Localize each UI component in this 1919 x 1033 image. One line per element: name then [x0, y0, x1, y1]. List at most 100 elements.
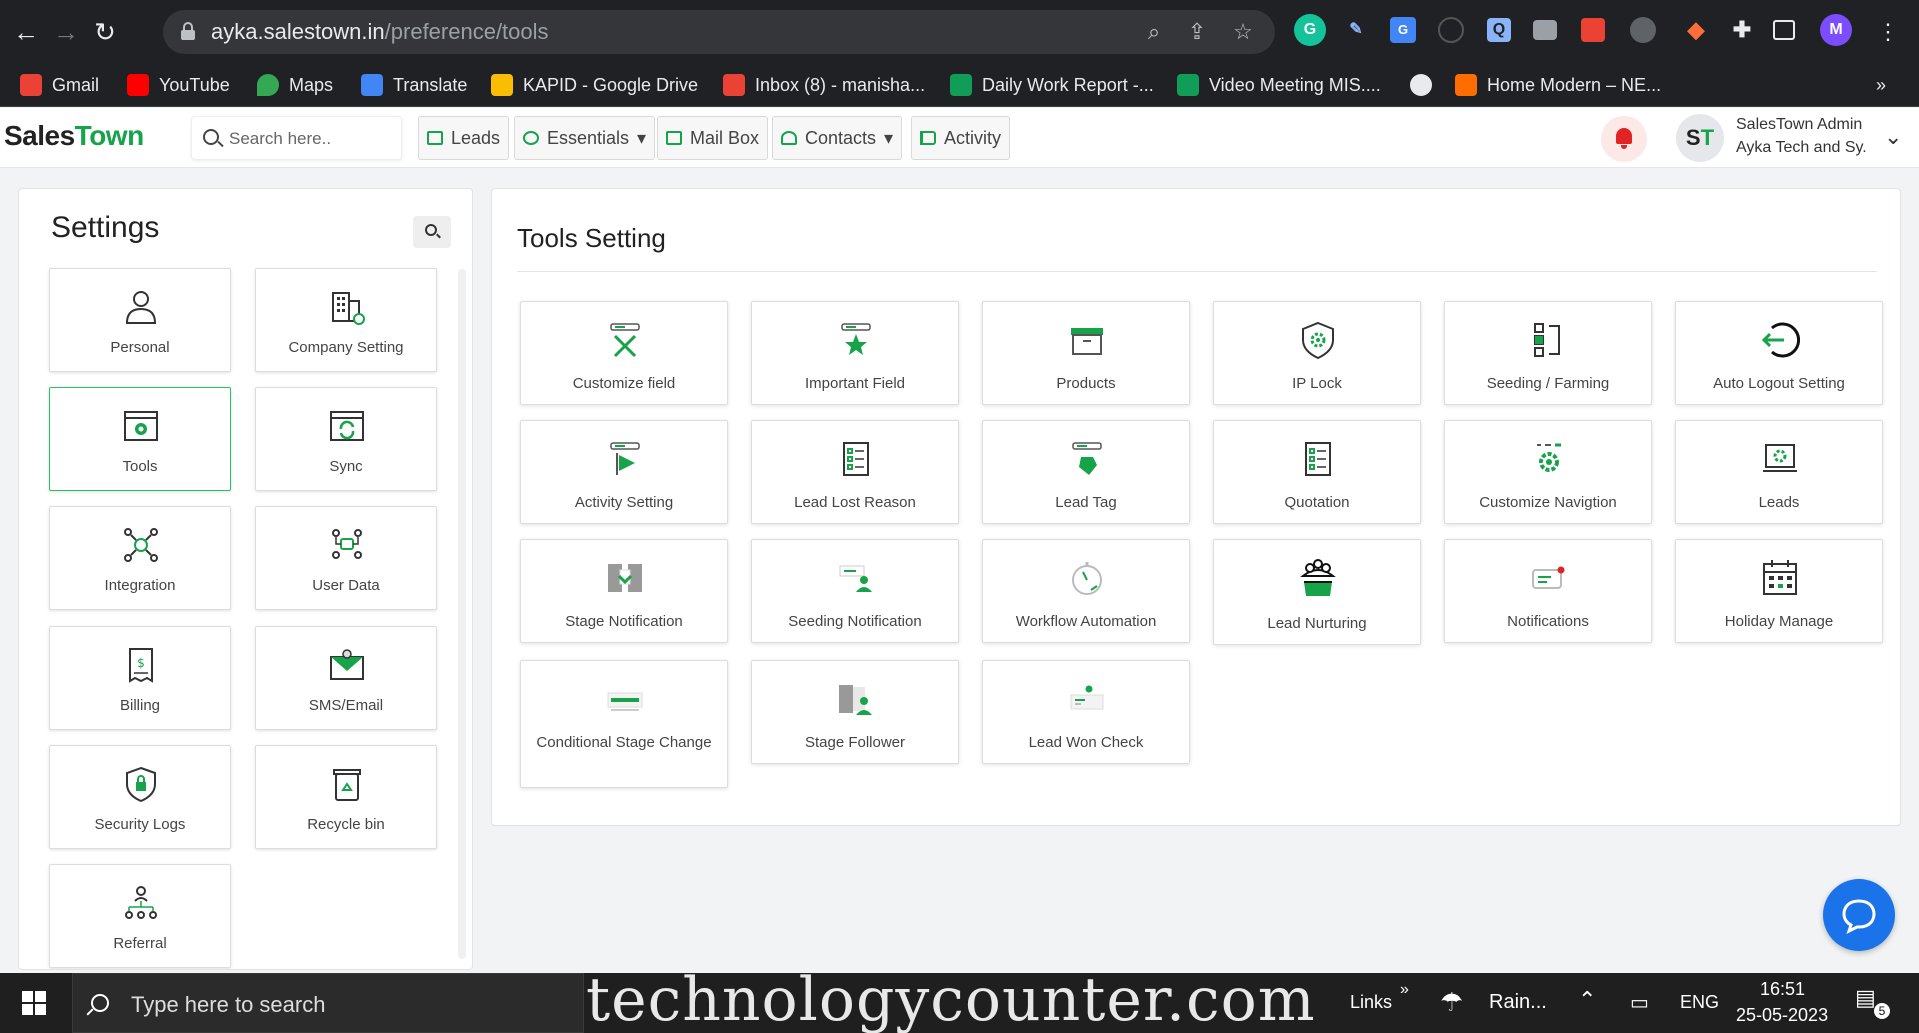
- tool-label: Stage Follower: [804, 734, 906, 751]
- chat-button[interactable]: [1823, 879, 1895, 951]
- clock-date[interactable]: 25-05-2023: [1736, 1005, 1828, 1026]
- github-extension-icon[interactable]: [1438, 17, 1464, 43]
- tool-seeding-notification[interactable]: Seeding Notification: [751, 539, 959, 643]
- tool-activity-setting[interactable]: Activity Setting: [520, 420, 728, 524]
- clock-time[interactable]: 16:51: [1760, 979, 1805, 1000]
- bookmark-maps[interactable]: Maps: [257, 70, 333, 100]
- tool-lead-lost-reason[interactable]: Lead Lost Reason: [751, 420, 959, 524]
- taskbar-search[interactable]: Type here to search: [72, 973, 584, 1033]
- video-extension-icon[interactable]: [1581, 18, 1605, 42]
- battery-icon[interactable]: ▭: [1630, 990, 1649, 1015]
- notification-center-icon[interactable]: ▤: [1855, 985, 1876, 1011]
- settings-item-company-setting[interactable]: Company Setting: [255, 268, 437, 372]
- chevron-down-icon[interactable]: ⌄: [1884, 124, 1902, 150]
- tool-customize-navigation[interactable]: Customize Navigtion: [1444, 420, 1652, 524]
- global-search-input[interactable]: [229, 127, 394, 151]
- settings-item-sms-email[interactable]: SMS/Email: [255, 626, 437, 730]
- salestown-logo[interactable]: SalesTown: [4, 120, 144, 152]
- search-extension-icon[interactable]: Q: [1487, 18, 1511, 42]
- grammarly-icon[interactable]: G: [1294, 14, 1326, 46]
- weather-text[interactable]: Rain...: [1489, 991, 1547, 1014]
- nav-label: Activity: [944, 127, 1002, 148]
- tool-label: Lead Lost Reason: [794, 494, 916, 511]
- bookmark-video-meeting[interactable]: Video Meeting MIS....: [1177, 70, 1381, 100]
- bookmark-label: Inbox (8) - manisha...: [755, 74, 926, 95]
- tool-label: Quotation: [1284, 494, 1350, 511]
- user-org: Ayka Tech and Sy.: [1736, 139, 1867, 156]
- settings-item-label: Recycle bin: [307, 816, 385, 833]
- bookmark-youtube[interactable]: YouTube: [127, 70, 230, 100]
- shield-gear-icon: [1302, 321, 1334, 360]
- settings-item-billing[interactable]: $ Billing: [49, 626, 231, 730]
- brave-extension-icon[interactable]: ◆: [1680, 14, 1712, 46]
- bookmark-home-modern[interactable]: Home Modern – NE...: [1455, 70, 1661, 100]
- reload-icon[interactable]: ↻: [87, 14, 123, 50]
- tool-notifications[interactable]: Notifications: [1444, 539, 1652, 643]
- tool-products[interactable]: Products: [982, 301, 1190, 405]
- star-icon[interactable]: ☆: [1229, 18, 1257, 46]
- tool-stage-follower[interactable]: Stage Follower: [751, 660, 959, 764]
- tool-ip-lock[interactable]: IP Lock: [1213, 301, 1421, 405]
- bookmark-gmail[interactable]: Gmail: [20, 70, 99, 100]
- nav-label: Essentials: [547, 127, 630, 148]
- bookmark-drive[interactable]: KAPID - Google Drive: [491, 70, 698, 100]
- tool-holiday-manage[interactable]: Holiday Manage: [1675, 539, 1883, 643]
- notification-bell[interactable]: [1601, 116, 1647, 162]
- globe-extension-icon[interactable]: [1630, 17, 1656, 43]
- settings-item-referral[interactable]: Referral: [49, 864, 231, 968]
- translate-extension-icon[interactable]: G: [1390, 17, 1416, 43]
- bookmark-translate[interactable]: Translate: [361, 70, 467, 100]
- tool-lead-won-check[interactable]: Lead Won Check: [982, 660, 1190, 764]
- tool-label: Stage Notification: [565, 613, 683, 630]
- tool-lead-tag[interactable]: Lead Tag: [982, 420, 1190, 524]
- tool-important-field[interactable]: Important Field: [751, 301, 959, 405]
- tool-workflow-automation[interactable]: Workflow Automation: [982, 539, 1190, 643]
- address-bar[interactable]: ayka.salestown.in/preference/tools ⌕ ⇪ ☆: [163, 10, 1275, 54]
- monitor-gear-icon: [1763, 444, 1797, 472]
- puzzle-extension-icon[interactable]: ✚: [1726, 14, 1758, 46]
- lock-icon[interactable]: [181, 22, 195, 40]
- nav-contacts[interactable]: Contacts ▾: [772, 116, 903, 160]
- share-icon[interactable]: ⇪: [1183, 18, 1211, 46]
- pen-extension-icon[interactable]: ✎: [1340, 14, 1372, 46]
- tool-lead-nurturing[interactable]: Lead Nurturing: [1213, 539, 1421, 645]
- tool-leads[interactable]: Leads: [1675, 420, 1883, 524]
- bookmarks-overflow[interactable]: »: [1876, 70, 1886, 100]
- bookmark-daily-report[interactable]: Daily Work Report -...: [950, 70, 1154, 100]
- tool-seeding-farming[interactable]: Seeding / Farming: [1444, 301, 1652, 405]
- toolbar-expand-icon[interactable]: »: [1400, 981, 1409, 999]
- language-indicator[interactable]: ENG: [1680, 992, 1719, 1013]
- settings-item-tools[interactable]: Tools: [49, 387, 231, 491]
- zoom-icon[interactable]: ⌕: [1140, 18, 1168, 46]
- bookmark-globe[interactable]: [1410, 70, 1432, 100]
- tool-auto-logout-setting[interactable]: Auto Logout Setting: [1675, 301, 1883, 405]
- tool-stage-notification[interactable]: Stage Notification: [520, 539, 728, 643]
- tool-customize-field[interactable]: Customize field: [520, 301, 728, 405]
- settings-item-integration[interactable]: Integration: [49, 506, 231, 610]
- profile-avatar[interactable]: M: [1820, 14, 1852, 46]
- settings-search-button[interactable]: [413, 216, 451, 248]
- settings-item-user-data[interactable]: User Data: [255, 506, 437, 610]
- settings-item-recycle-bin[interactable]: Recycle bin: [255, 745, 437, 849]
- windows-start-icon[interactable]: [22, 991, 46, 1015]
- links-toolbar[interactable]: Links: [1350, 992, 1392, 1013]
- chevron-up-icon[interactable]: ⌃: [1578, 987, 1596, 1013]
- tool-quotation[interactable]: Quotation: [1213, 420, 1421, 524]
- settings-scrollbar[interactable]: [458, 269, 466, 959]
- user-avatar[interactable]: ST: [1676, 114, 1724, 162]
- menu-kebab-icon[interactable]: ⋮: [1870, 14, 1906, 50]
- camera-extension-icon[interactable]: [1533, 20, 1557, 40]
- settings-item-security-logs[interactable]: Security Logs: [49, 745, 231, 849]
- nav-mailbox[interactable]: Mail Box: [657, 116, 769, 160]
- back-icon[interactable]: ←: [8, 14, 44, 50]
- forward-icon[interactable]: →: [48, 14, 84, 50]
- bookmark-inbox[interactable]: Inbox (8) - manisha...: [723, 70, 925, 100]
- tool-label: Seeding Notification: [788, 613, 922, 630]
- sidepanel-icon[interactable]: [1773, 20, 1795, 40]
- settings-item-personal[interactable]: Personal: [49, 268, 231, 372]
- nav-activity[interactable]: Activity: [911, 116, 1011, 160]
- settings-item-sync[interactable]: Sync: [255, 387, 437, 491]
- nav-essentials[interactable]: Essentials ▾: [514, 116, 656, 160]
- nav-leads[interactable]: Leads: [418, 116, 510, 160]
- tool-conditional-stage-change[interactable]: Conditional Stage Change: [520, 660, 728, 788]
